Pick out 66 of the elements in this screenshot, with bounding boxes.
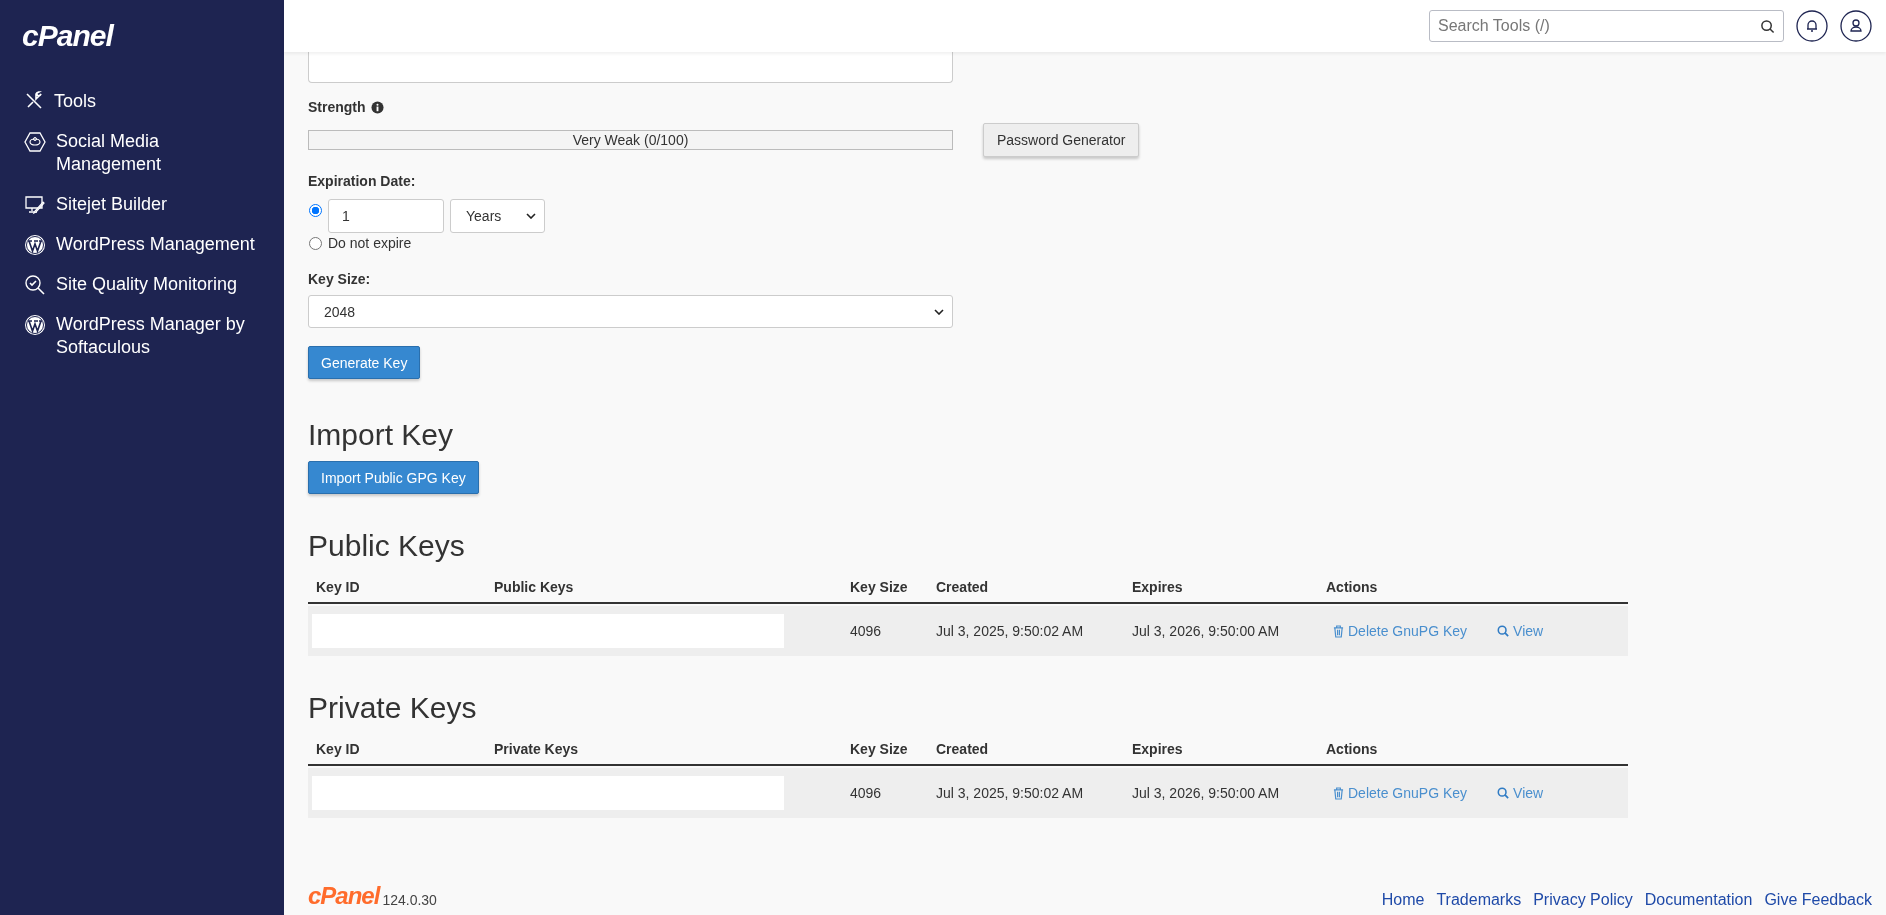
trash-icon [1333,786,1344,800]
wordpress-icon [24,234,46,256]
table-cell-text: Jul 3, 2025, 9:50:02 AM [935,623,1085,639]
footer-link[interactable]: Trademarks [1436,891,1522,909]
text-field[interactable] [308,52,953,83]
column-header: Actions [1325,579,1379,595]
table-cell-text: 4096 [849,623,883,639]
column-header: Expires [1131,579,1184,595]
column-header: Private Keys [493,741,580,757]
version-text: 124.0.30 [382,891,437,909]
field-label: Expiration Date: [308,172,417,191]
monitor-pencil-icon [24,194,46,216]
generate-key-button[interactable]: Generate Key [308,346,421,379]
column-header: Key ID [315,579,361,595]
sidebar-item[interactable]: Site Quality Monitoring [24,273,259,296]
sidebar-item[interactable]: Sitejet Builder [24,193,259,216]
table-cell-text: 4096 [849,785,883,801]
search-icon[interactable] [1760,19,1775,34]
import-key-button[interactable]: Import Public GPG Key [308,461,479,494]
section-heading: Public Keys [308,528,466,564]
footer-link[interactable]: Privacy Policy [1533,891,1633,909]
tools-icon [24,91,44,111]
key-size-dropdown[interactable]: 2048 [308,295,953,328]
search-icon [1497,625,1510,637]
chevron-down-icon [934,308,944,315]
search-field[interactable]: Search Tools (/) [1429,10,1784,42]
magnifier-check-icon [24,274,46,296]
radio-label: Do not expire [328,235,412,251]
footer-link[interactable]: Give Feedback [1764,891,1872,909]
column-header: Key Size [849,741,909,757]
user-icon[interactable] [1840,10,1872,42]
footer-link[interactable]: Home [1381,891,1425,909]
column-header: Key Size [849,579,909,595]
password-generator-button[interactable]: Password Generator [983,123,1140,157]
sidebar-item[interactable]: WordPress Manager by Softaculous [24,313,259,359]
field-label: Key Size: [308,270,372,289]
table-cell-text: Jul 3, 2025, 9:50:02 AM [935,785,1085,801]
column-header: Actions [1325,741,1379,757]
column-header: Expires [1131,741,1184,757]
section-heading: Private Keys [308,690,478,726]
sidebar-item[interactable]: Social Media Management [24,130,259,176]
column-header: Created [935,741,990,757]
chevron-down-icon [526,213,536,219]
wordpress-icon [24,314,46,336]
unit-dropdown[interactable]: Years [450,199,545,233]
bell-icon[interactable] [1796,10,1828,42]
table-cell-text: Jul 3, 2026, 9:50:00 AM [1131,623,1281,639]
info-icon[interactable] [370,100,384,114]
cpanel-logo[interactable]: cPanel [22,18,113,54]
column-header: Created [935,579,990,595]
cpanel-logo: cPanel [308,883,380,909]
trash-icon [1333,624,1344,638]
table-cell-text: Jul 3, 2026, 9:50:00 AM [1131,785,1281,801]
number-field[interactable]: 1 [328,199,444,233]
column-header: Public Keys [493,579,575,595]
section-heading: Import Key [308,417,455,453]
hexagon-icon [24,131,46,153]
sidebar-item[interactable]: WordPress Management [24,233,259,256]
field-label: Strength [308,98,366,117]
sidebar-item[interactable]: Tools [24,90,259,113]
column-header: Key ID [315,741,361,757]
search-icon [1497,787,1510,799]
radio-button[interactable] [309,204,322,217]
radio-button[interactable] [309,236,322,250]
strength-reading: Very Weak (0/100) [571,131,690,149]
footer-link[interactable]: Documentation [1644,891,1753,909]
